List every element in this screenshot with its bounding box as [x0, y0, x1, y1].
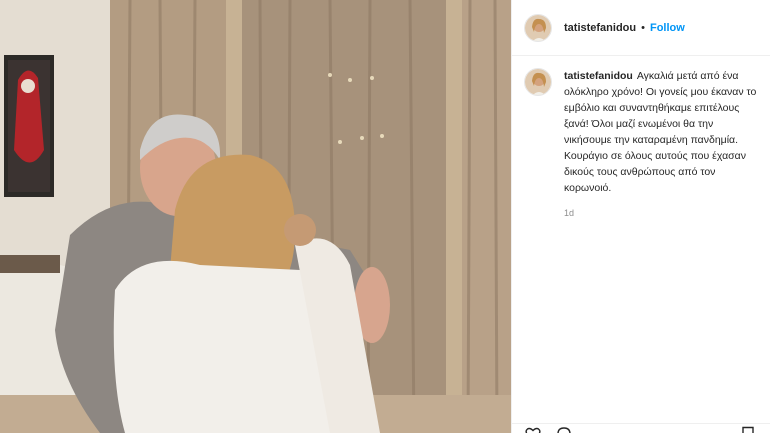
caption-text: Αγκαλιά μετά από ένα ολόκληρο χρόνο! Οι …	[564, 70, 757, 194]
profile-avatar[interactable]	[524, 13, 552, 42]
header-username[interactable]: tatistefanidou	[564, 22, 636, 34]
action-bar	[512, 423, 770, 433]
bookmark-icon[interactable]	[740, 426, 756, 433]
heart-icon[interactable]	[525, 426, 541, 433]
post-header: tatistefanidou • Follow	[512, 0, 770, 56]
caption-username[interactable]: tatistefanidou	[564, 70, 633, 82]
caption-block: tatistefanidou Αγκαλιά μετά από ένα ολόκλ…	[512, 56, 770, 218]
instagram-post: tatistefanidou • Follow tatistefanidou Αγ…	[0, 0, 770, 433]
caption-text-block: tatistefanidou Αγκαλιά μετά από ένα ολόκλ…	[564, 68, 758, 196]
comment-icon[interactable]	[556, 426, 572, 433]
post-timestamp[interactable]: 1d	[564, 208, 758, 218]
caption-avatar[interactable]	[524, 68, 552, 96]
post-sidebar: tatistefanidou • Follow tatistefanidou Αγ…	[511, 0, 770, 433]
post-photo[interactable]	[0, 0, 511, 433]
caption-column: tatistefanidou Αγκαλιά μετά από ένα ολόκλ…	[564, 68, 758, 218]
post-photo-image	[0, 0, 511, 433]
header-separator: •	[641, 21, 645, 34]
follow-button[interactable]: Follow	[650, 22, 685, 34]
